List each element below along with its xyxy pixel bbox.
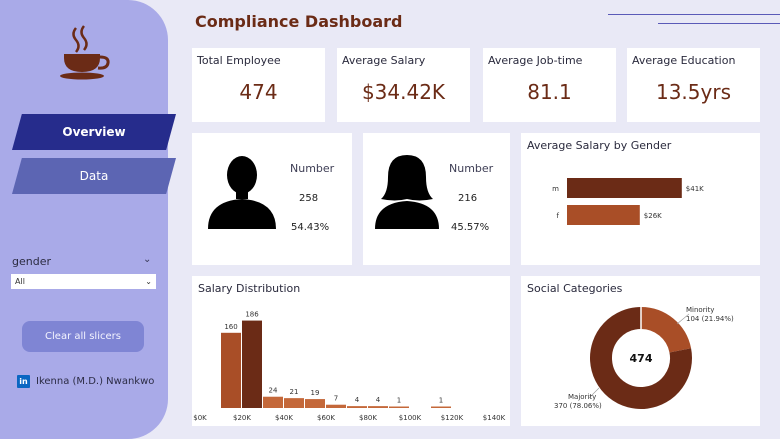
histogram-bar [263, 396, 283, 408]
kpi-card-average-job-time: Average Job-time 81.1 [483, 48, 616, 122]
bar-value-label: 19 [311, 389, 320, 397]
bar-f [567, 205, 640, 225]
bar-value-label: 4 [355, 396, 360, 404]
decorative-line [658, 23, 780, 24]
coffee-cup-logo-icon [60, 25, 110, 80]
x-tick-label: $140K [483, 414, 506, 422]
sidebar: Overview Data gender ⌄ All ⌄ Clear all s… [0, 0, 176, 439]
female-stats-card: Number 216 45.57% [363, 133, 510, 265]
histogram-bar [389, 406, 409, 408]
decorative-line [608, 14, 780, 15]
histogram-bar [368, 406, 388, 408]
kpi-value: 81.1 [527, 80, 572, 104]
male-number-label: Number [290, 162, 335, 175]
bar-value-label: 1 [439, 397, 443, 405]
histogram-bar [284, 398, 304, 408]
salary-by-gender-chart: m $41K f $26K [552, 178, 704, 225]
donut-slice-minority [640, 307, 692, 354]
x-tick-label: $80K [359, 414, 377, 422]
category-label: m [552, 185, 559, 193]
bar-value-label: 24 [269, 387, 278, 395]
x-tick-label: $120K [441, 414, 464, 422]
bar-value-label: 4 [376, 396, 381, 404]
kpi-label: Total Employee [197, 54, 281, 67]
histogram-bar [305, 399, 325, 408]
male-stats-card: Number 258 54.43% [192, 133, 352, 265]
female-number-label: Number [449, 162, 494, 175]
slice-name-label: Minority [686, 306, 714, 314]
author-name: Ikenna (M.D.) Nwankwo [36, 376, 155, 387]
x-tick-label: $60K [317, 414, 335, 422]
kpi-card-average-education: Average Education 13.5yrs [627, 48, 760, 122]
histogram-bar [242, 320, 262, 408]
gender-slicer-dropdown[interactable]: All ⌄ [11, 274, 156, 289]
histogram-bar [326, 404, 346, 408]
salary-by-gender-card: Average Salary by Gender m $41K f $26K [521, 133, 760, 265]
social-categories-chart: 474 Minority104 (21.94%) Majority370 (78.0… [554, 306, 734, 410]
clear-slicers-button[interactable]: Clear all slicers [22, 321, 144, 352]
linkedin-icon[interactable]: in [17, 375, 30, 388]
dropdown-caret-icon: ⌄ [145, 277, 152, 286]
kpi-label: Average Job-time [488, 54, 583, 67]
x-tick-label: $0K [193, 414, 207, 422]
slice-name-label: Majority [568, 393, 596, 401]
bar-value-label: 7 [334, 395, 338, 403]
bar-value-label: $26K [644, 212, 662, 220]
slice-value-label: 104 (21.94%) [686, 315, 734, 323]
female-silhouette-icon [375, 155, 439, 229]
kpi-label: Average Salary [342, 54, 426, 67]
female-count: 216 [458, 193, 478, 204]
author-credit[interactable]: in Ikenna (M.D.) Nwankwo [17, 375, 154, 388]
kpi-card-average-salary: Average Salary $34.42K [337, 48, 470, 122]
bar-value-label: 186 [245, 311, 259, 319]
salary-distribution-card: Salary Distribution 160 186 24 21 19 7 4 4 1 1 $0K… [192, 276, 510, 426]
donut-center-label: 474 [630, 352, 653, 365]
x-tick-label: $40K [275, 414, 293, 422]
histogram-bar [221, 332, 241, 408]
histogram-bar [347, 406, 367, 408]
category-label: f [557, 212, 560, 220]
chevron-down-icon[interactable]: ⌄ [143, 254, 151, 265]
male-silhouette-icon [208, 156, 276, 229]
social-categories-card: Social Categories 474 Minority 104 (21.94%… [521, 276, 760, 426]
x-tick-label: $20K [233, 414, 251, 422]
gender-slicer-label: gender [12, 255, 51, 268]
gender-slicer-value: All [15, 277, 25, 286]
bar-m [567, 178, 682, 198]
kpi-card-total-employee: Total Employee 474 [192, 48, 325, 122]
bar-value-label: 1 [397, 397, 401, 405]
histogram-bar [431, 406, 451, 408]
female-percent: 45.57% [451, 222, 490, 233]
kpi-value: $34.42K [361, 80, 446, 104]
male-percent: 54.43% [291, 222, 330, 233]
slice-value-label: 370 (78.06%) [554, 402, 602, 410]
page-title: Compliance Dashboard [195, 12, 403, 31]
x-tick-label: $100K [399, 414, 422, 422]
salary-distribution-chart: 160 186 24 21 19 7 4 4 1 1 $0K $20K $40K $60K $80K $100… [193, 311, 506, 422]
nav-overview-button[interactable]: Overview [12, 114, 176, 150]
nav-data-button[interactable]: Data [12, 158, 176, 194]
bar-value-label: $41K [686, 185, 704, 193]
bar-value-label: 21 [290, 388, 299, 396]
bar-value-label: 160 [224, 323, 237, 331]
kpi-value: 474 [239, 80, 278, 104]
kpi-value: 13.5yrs [655, 80, 731, 104]
kpi-label: Average Education [632, 54, 736, 67]
male-count: 258 [299, 193, 319, 204]
